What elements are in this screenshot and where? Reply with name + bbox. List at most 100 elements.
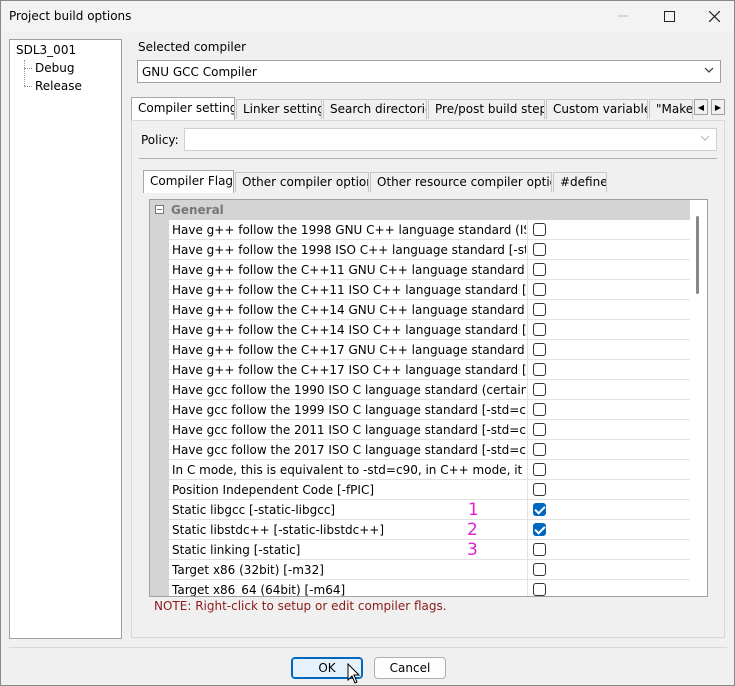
mouse-cursor-icon [347,663,361,684]
compiler-select[interactable]: GNU GCC Compiler [137,60,721,83]
flag-row[interactable]: Have g++ follow the 1998 GNU C++ languag… [169,220,690,240]
tab-scroll-left-button[interactable]: ◀ [694,99,708,115]
column-separator [527,420,528,440]
tab-compiler-flags[interactable]: Compiler Flags [143,170,234,193]
flag-row[interactable]: Have g++ follow the 1998 ISO C++ languag… [169,240,690,260]
flag-checkbox[interactable] [533,283,546,296]
flag-checkbox[interactable] [533,243,546,256]
category-label: General [171,203,224,217]
tree-item-release[interactable]: Release [35,79,82,93]
grid-scrollbar[interactable] [690,200,707,596]
right-click-note: NOTE: Right-click to setup or edit compi… [154,599,447,613]
policy-select[interactable] [184,128,717,151]
minimize-icon [618,15,628,17]
grid-margin [150,220,169,596]
flag-label: Position Independent Code [-fPIC] [172,483,375,497]
flag-label: Have gcc follow the 2011 ISO C language … [172,423,526,437]
tree-root-item[interactable]: SDL3_001 [16,43,76,57]
compiler-flags-grid[interactable]: − General Have g++ follow the 1998 GNU C… [149,199,708,597]
policy-label: Policy: [141,133,179,147]
flag-checkbox[interactable] [533,463,546,476]
column-separator [527,460,528,480]
flag-row[interactable]: Position Independent Code [-fPIC] [169,480,690,500]
flag-label: Target x86 (32bit) [-m32] [172,563,324,577]
flag-row[interactable]: Have g++ follow the C++17 GNU C++ langua… [169,340,690,360]
flag-row[interactable]: Have g++ follow the C++17 ISO C++ langua… [169,360,690,380]
build-target-tree[interactable]: SDL3_001 Debug Release [9,39,122,639]
flag-row[interactable]: Static libstdc++ [-static-libstdc++] [169,520,690,540]
column-separator [527,220,528,240]
column-separator [527,280,528,300]
flag-checkbox[interactable] [533,423,546,436]
maximize-button[interactable] [646,1,692,31]
column-separator [527,360,528,380]
collapse-icon[interactable]: − [155,205,164,214]
column-separator [527,500,528,520]
flag-row[interactable]: Have g++ follow the C++14 GNU C++ langua… [169,300,690,320]
flag-checkbox[interactable] [533,323,546,336]
flag-checkbox[interactable] [533,383,546,396]
flag-row[interactable]: In C mode, this is equivalent to -std=c9… [169,460,690,480]
flag-checkbox[interactable] [533,303,546,316]
divider [9,647,727,648]
annotation-number: 2 [467,520,478,540]
tree-item-debug[interactable]: Debug [35,61,74,75]
flag-row[interactable]: Have gcc follow the 2011 ISO C language … [169,420,690,440]
flag-row[interactable]: Have g++ follow the C++14 ISO C++ langua… [169,320,690,340]
flag-row[interactable]: Have gcc follow the 1990 ISO C language … [169,380,690,400]
flag-checkbox[interactable] [533,443,546,456]
tab-search-directories[interactable]: Search directories [323,99,427,119]
chevron-down-icon [700,133,710,146]
flag-label: Have g++ follow the C++14 GNU C++ langua… [172,303,526,317]
flag-label: Have g++ follow the C++17 ISO C++ langua… [172,363,526,377]
flag-row[interactable]: Have g++ follow the C++11 GNU C++ langua… [169,260,690,280]
flag-checkbox[interactable] [533,583,546,596]
arrow-left-icon: ◀ [697,102,705,112]
tree-connector [24,68,32,69]
chevron-down-icon [704,65,714,78]
flag-row[interactable]: Static linking [-static] [169,540,690,560]
column-separator [527,400,528,420]
tab-scroll-right-button[interactable]: ▶ [711,99,725,115]
flag-row[interactable]: Target x86 (32bit) [-m32] [169,560,690,580]
main-tabs: Compiler settings Linker settings Search… [131,97,731,120]
flag-row[interactable]: Have gcc follow the 1999 ISO C language … [169,400,690,420]
cancel-button[interactable]: Cancel [374,657,446,679]
title-bar: Project build options [1,1,734,31]
flag-checkbox[interactable] [533,223,546,236]
scrollbar-thumb[interactable] [696,216,699,294]
tab-pre-post-build-steps[interactable]: Pre/post build steps [428,99,545,119]
tab-other-resource-compiler-options[interactable]: Other resource compiler options [370,172,552,192]
project-build-options-dialog: Project build options SDL3_001 Debug Rel… [0,0,735,686]
flag-label: Have g++ follow the 1998 ISO C++ languag… [172,243,526,257]
tab-compiler-settings[interactable]: Compiler settings [131,97,235,120]
flag-label: In C mode, this is equivalent to -std=c9… [172,463,526,477]
flag-row[interactable]: Target x86_64 (64bit) [-m64] [169,580,690,596]
flag-checkbox[interactable] [533,523,546,536]
flag-row[interactable]: Have g++ follow the C++11 ISO C++ langua… [169,280,690,300]
flag-checkbox[interactable] [533,503,546,516]
column-separator [527,300,528,320]
flag-checkbox[interactable] [533,263,546,276]
flag-row[interactable]: Have gcc follow the 2017 ISO C language … [169,440,690,460]
minimize-button[interactable] [600,1,646,31]
tab-make[interactable]: "Make" [649,99,693,119]
flag-checkbox[interactable] [533,403,546,416]
tab-other-compiler-options[interactable]: Other compiler options [235,172,369,192]
tab-linker-settings[interactable]: Linker settings [236,99,322,119]
flag-checkbox[interactable] [533,563,546,576]
flag-checkbox[interactable] [533,483,546,496]
maximize-icon [663,10,675,22]
column-separator [527,260,528,280]
close-button[interactable] [691,1,735,31]
flag-checkbox[interactable] [533,343,546,356]
tab-defines[interactable]: #defines [553,172,607,192]
category-header[interactable]: − General [150,200,690,220]
flag-checkbox[interactable] [533,543,546,556]
column-separator [527,580,528,596]
flag-label: Have gcc follow the 1999 ISO C language … [172,403,526,417]
flag-row[interactable]: Static libgcc [-static-libgcc] [169,500,690,520]
selected-compiler-label: Selected compiler [138,40,247,54]
flag-checkbox[interactable] [533,363,546,376]
tab-custom-variables[interactable]: Custom variables [546,99,648,119]
